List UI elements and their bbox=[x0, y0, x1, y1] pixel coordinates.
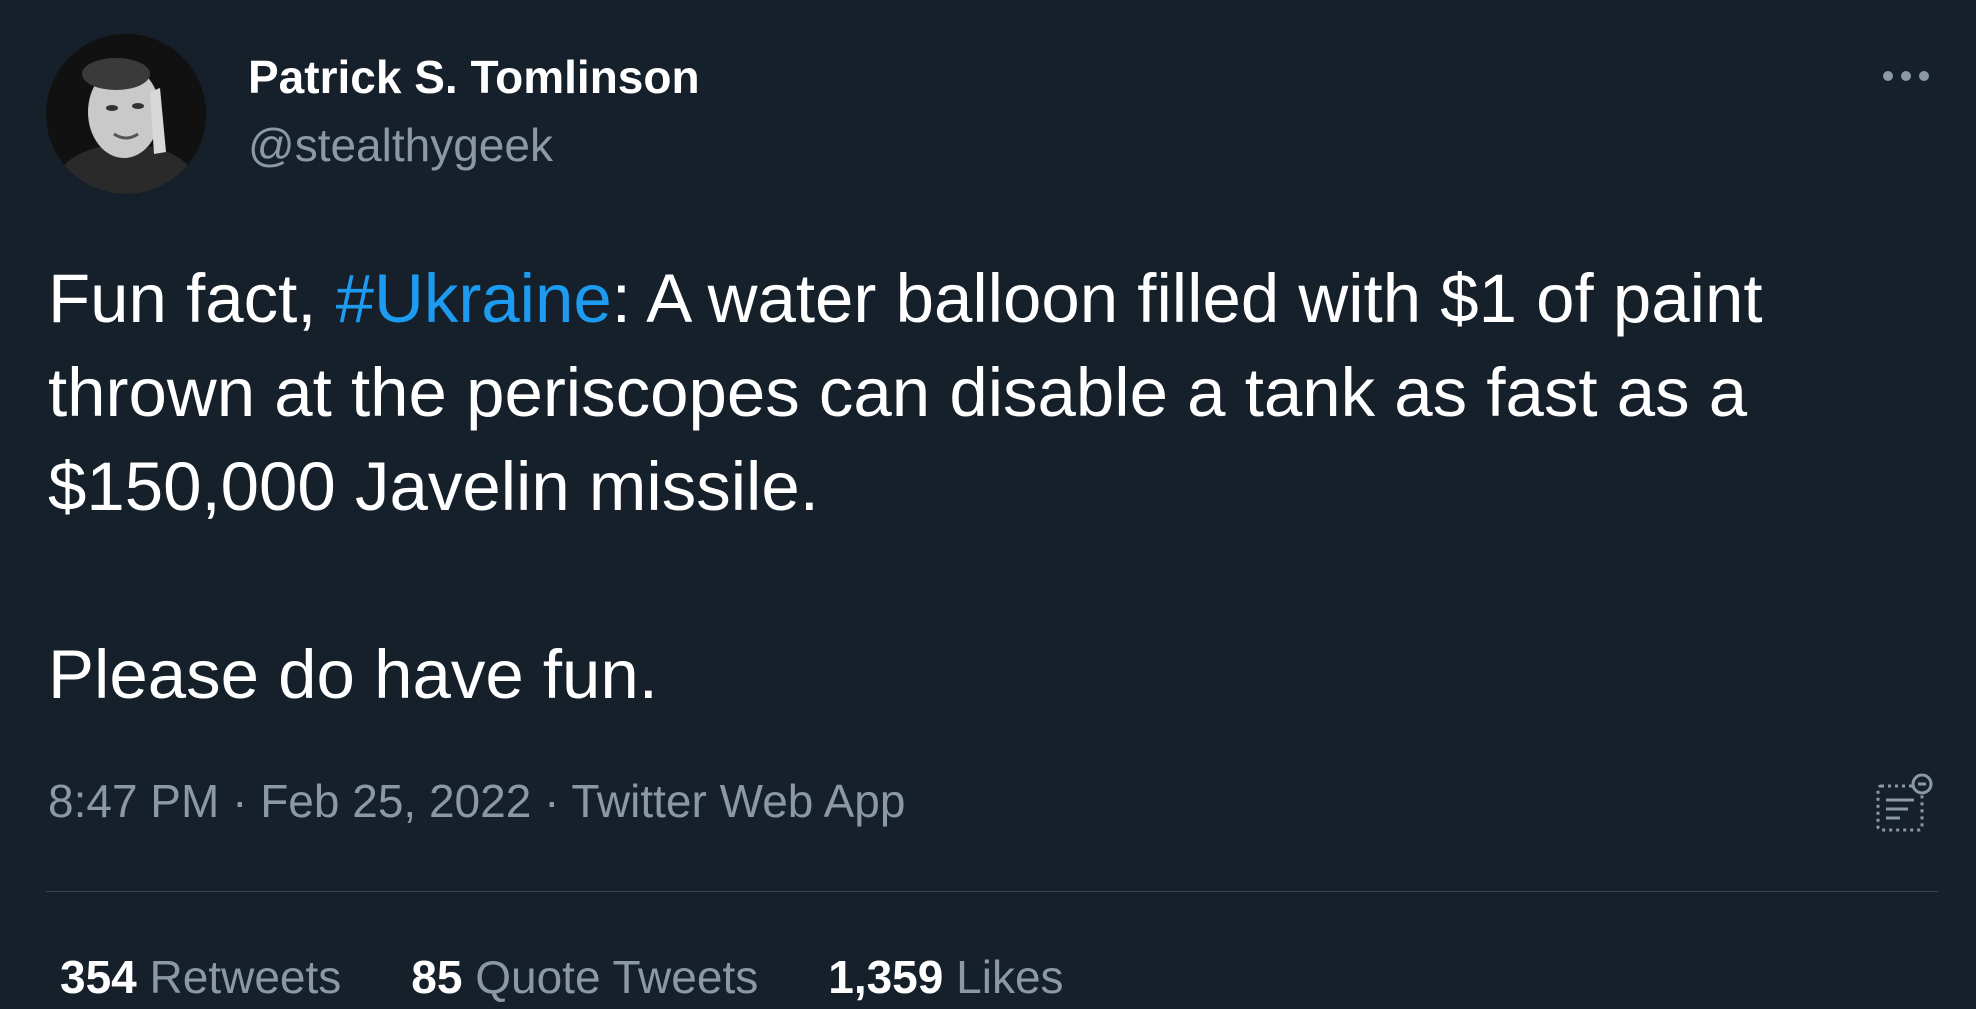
quote-tweets-stat[interactable]: 85 Quote Tweets bbox=[411, 950, 758, 1004]
tweet-text-start: Fun fact, bbox=[48, 260, 336, 337]
tweet-text: Fun fact, #Ukraine: A water balloon fill… bbox=[48, 252, 1908, 722]
tweet-source[interactable]: Twitter Web App bbox=[571, 775, 905, 827]
retweets-count: 354 bbox=[60, 951, 137, 1003]
more-button[interactable] bbox=[1876, 56, 1936, 96]
likes-count: 1,359 bbox=[828, 951, 944, 1003]
avatar-portrait-icon bbox=[46, 34, 206, 194]
analytics-icon bbox=[1876, 773, 1933, 832]
avatar[interactable] bbox=[46, 34, 206, 194]
hashtag-link[interactable]: #Ukraine bbox=[336, 260, 612, 337]
meta-separator: · bbox=[219, 775, 261, 827]
author-name[interactable]: Patrick S. Tomlinson bbox=[248, 50, 700, 104]
meta-separator: · bbox=[531, 775, 572, 827]
tweet-stats: 354 Retweets 85 Quote Tweets 1,359 Likes bbox=[60, 950, 1064, 1004]
tweet-date[interactable]: Feb 25, 2022 bbox=[260, 775, 531, 827]
tweet-paragraph: Fun fact, #Ukraine: A water balloon fill… bbox=[48, 252, 1908, 534]
quote-tweets-label: Quote Tweets bbox=[475, 951, 759, 1003]
likes-stat[interactable]: 1,359 Likes bbox=[828, 950, 1063, 1004]
analytics-button[interactable] bbox=[1872, 770, 1942, 840]
tweet-paragraph-2: Please do have fun. bbox=[48, 636, 658, 713]
more-horizontal-icon bbox=[1883, 71, 1929, 81]
quote-tweets-count: 85 bbox=[411, 951, 463, 1003]
retweets-stat[interactable]: 354 Retweets bbox=[60, 950, 341, 1004]
retweets-label: Retweets bbox=[149, 951, 342, 1003]
likes-label: Likes bbox=[956, 951, 1064, 1003]
divider bbox=[46, 891, 1938, 892]
tweet-time[interactable]: 8:47 PM bbox=[48, 775, 219, 827]
author-handle[interactable]: @stealthygeek bbox=[248, 118, 553, 172]
tweet-card: Patrick S. Tomlinson @stealthygeek Fun f… bbox=[0, 0, 1976, 1009]
tweet-meta: 8:47 PM · Feb 25, 2022 · Twitter Web App bbox=[48, 774, 905, 828]
